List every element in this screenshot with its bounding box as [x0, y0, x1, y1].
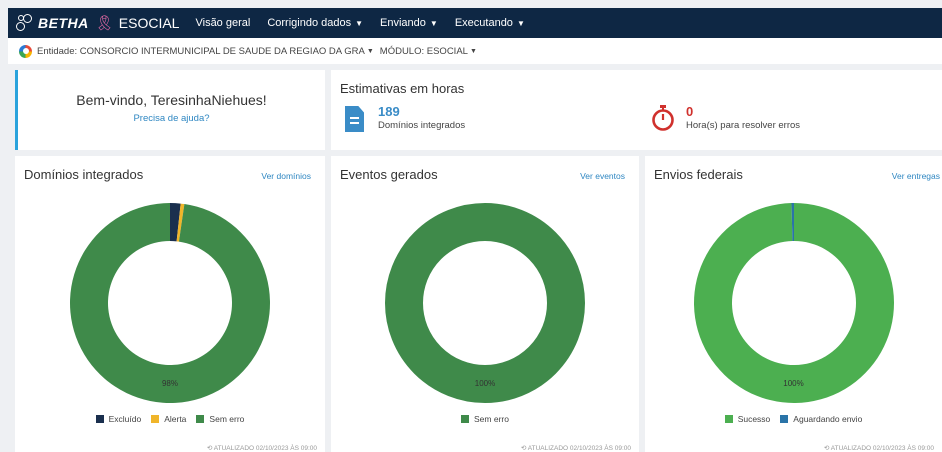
legend-item-excluido[interactable]: Excluído [95, 414, 141, 424]
chart-center-label: 98% [161, 379, 178, 388]
chart-legend: Sem erro [331, 414, 639, 424]
view-domains-link[interactable]: Ver domínios [261, 171, 311, 181]
domains-panel: Domínios integrados Ver domínios 98% Exc… [15, 156, 325, 452]
updated-timestamp: ⟲ ATUALIZADO 02/10/2023 ÀS 09:00 [823, 445, 934, 452]
updated-timestamp: ⟲ ATUALIZADO 02/10/2023 ÀS 09:00 [206, 445, 317, 452]
panel-title: Domínios integrados [24, 167, 144, 182]
product-name[interactable]: ESOCIAL [119, 15, 180, 31]
domains-label: Domínios integrados [378, 120, 466, 131]
nav-corrigindo-dados[interactable]: Corrigindo dados ▼ [267, 17, 363, 29]
legend-swatch [151, 415, 160, 423]
nav-executando[interactable]: Executando ▼ [455, 17, 525, 29]
chevron-down-icon: ▼ [469, 47, 477, 55]
view-deliveries-link[interactable]: Ver entregas [892, 171, 940, 181]
pink-ribbon-icon: 🎗 [94, 15, 114, 32]
donut-slice-sem-erro[interactable] [385, 203, 585, 403]
federal-submissions-panel: Envios federais Ver entregas 100% Sucess… [645, 156, 942, 452]
hours-value: 0 [686, 104, 694, 119]
stopwatch-icon [652, 105, 674, 131]
domains-stat: 189 Domínios integrados [345, 104, 465, 132]
domains-value: 189 [378, 104, 400, 119]
legend-item-sem-erro[interactable]: Sem erro [196, 414, 244, 424]
chart-legend: Excluído Alerta Sem erro [15, 414, 325, 424]
chart-legend: Sucesso Aguardando envio [645, 414, 942, 424]
module-selector[interactable]: MÓDULO: ESOCIAL ▼ [380, 46, 477, 57]
nav-visao-geral[interactable]: Visão geral [195, 17, 250, 29]
submissions-donut-chart[interactable] [693, 202, 895, 404]
entity-icon [19, 44, 32, 58]
nav-enviando[interactable]: Enviando ▼ [380, 17, 438, 29]
panel-title: Envios federais [654, 167, 743, 182]
updated-timestamp: ⟲ ATUALIZADO 02/10/2023 ÀS 09:00 [520, 445, 631, 452]
help-link[interactable]: Precisa de ajuda? [18, 113, 325, 124]
entity-selector[interactable]: Entidade: CONSORCIO INTERMUNICIPAL DE SA… [37, 46, 374, 57]
brand-name[interactable]: BETHA [38, 15, 89, 31]
context-bar: Entidade: CONSORCIO INTERMUNICIPAL DE SA… [8, 38, 942, 64]
legend-swatch [196, 415, 205, 423]
chevron-down-icon: ▼ [366, 47, 374, 55]
chevron-down-icon: ▼ [516, 18, 525, 28]
legend-item-sucesso[interactable]: Sucesso [724, 414, 770, 424]
chevron-down-icon: ▼ [429, 18, 438, 28]
donut-slice-sem-erro[interactable] [69, 203, 270, 403]
legend-swatch [724, 415, 733, 423]
welcome-greeting: Bem-vindo, TeresinhaNiehues! [76, 92, 267, 108]
domains-donut-chart[interactable] [69, 202, 271, 404]
document-icon [345, 106, 364, 132]
chart-center-label: 100% [474, 379, 496, 388]
betha-logo-icon[interactable] [16, 14, 34, 32]
legend-swatch [780, 415, 789, 423]
view-events-link[interactable]: Ver eventos [580, 171, 625, 181]
estimates-card: Estimativas em horas 189 Domínios integr… [331, 70, 942, 150]
events-panel: Eventos gerados Ver eventos 100% Sem err… [331, 156, 639, 452]
legend-item-sem-erro[interactable]: Sem erro [461, 414, 509, 424]
events-donut-chart[interactable] [384, 202, 586, 404]
legend-item-alerta[interactable]: Alerta [151, 414, 186, 424]
hours-label: Hora(s) para resolver erros [686, 120, 801, 131]
top-nav-bar: BETHA 🎗 ESOCIAL Visão geral Corrigindo d… [8, 8, 942, 38]
chevron-down-icon: ▼ [355, 18, 364, 28]
hours-stat: 0 Hora(s) para resolver erros [651, 104, 800, 131]
panel-title: Eventos gerados [340, 167, 438, 182]
legend-item-aguardando-envio[interactable]: Aguardando envio [780, 414, 862, 424]
legend-swatch [461, 415, 470, 423]
welcome-card: Bem-vindo, TeresinhaNiehues! Precisa de … [15, 70, 325, 150]
chart-center-label: 100% [783, 379, 804, 388]
estimates-title: Estimativas em horas [340, 81, 465, 96]
legend-swatch [95, 415, 104, 423]
